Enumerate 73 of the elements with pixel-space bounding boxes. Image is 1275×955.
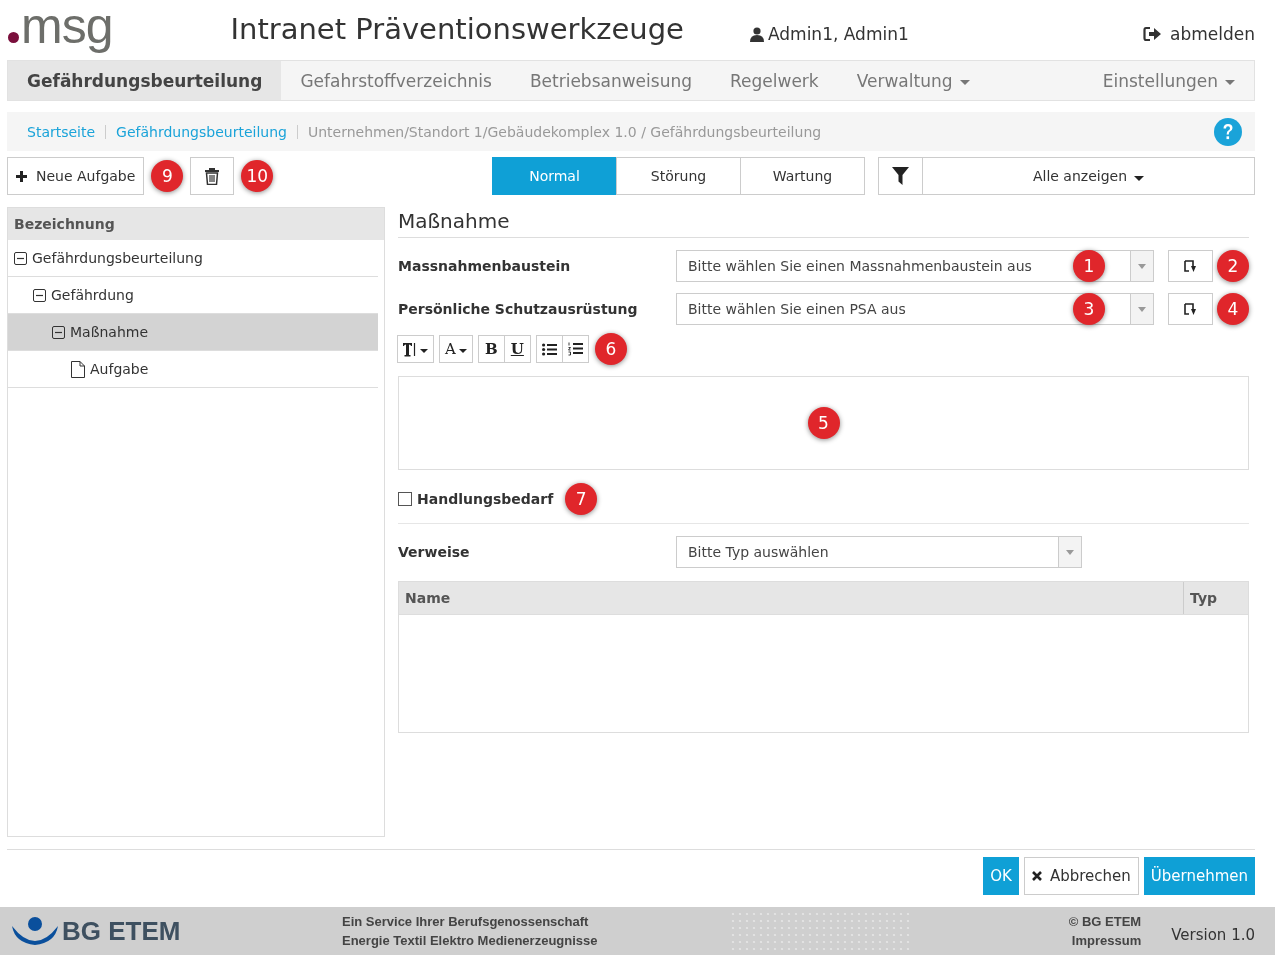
nav-tab[interactable]: Betriebsanweisung [510, 61, 711, 100]
select-field[interactable]: Bitte Typ auswählen [676, 536, 1082, 568]
msg-logo: msg [8, 6, 113, 52]
filter-icon [892, 167, 909, 185]
brand-name: BG ETEM [62, 915, 181, 947]
callout-number: 2 [1217, 250, 1249, 282]
callout-number: 9 [151, 160, 184, 192]
app-title: Intranet Präventionswerkzeuge [230, 12, 684, 46]
breadcrumb-path: Unternehmen/Standort 1/Gebäudekomplex 1.0 / Gefährdungsbeurteilung [307, 123, 822, 140]
mode-tab[interactable]: Wartung [740, 157, 865, 195]
tagline-text: Energie Textil Elektro Medienerzeugnisse [342, 932, 598, 950]
nav-tab[interactable]: Verwaltung [837, 61, 989, 100]
tree-item[interactable]: Aufgabe [8, 351, 378, 388]
field-label: Persönliche Schutzausrüstung [398, 301, 639, 317]
nav-tab[interactable]: Regelwerk [711, 61, 838, 100]
bg-etem-logo-icon [12, 916, 58, 946]
nav-tab[interactable]: Gefahrstoffverzeichnis [281, 61, 511, 100]
user-name: Admin1, Admin1 [767, 24, 909, 44]
copy-icon [1184, 259, 1197, 273]
impressum-link[interactable]: Impressum [1071, 931, 1142, 950]
version-text: Version 1.0 [1171, 926, 1255, 944]
close-icon [1031, 871, 1042, 881]
mode-tab[interactable]: Störung [616, 157, 741, 195]
document-icon [71, 360, 85, 378]
underline-button[interactable]: U [503, 335, 531, 363]
collapse-icon[interactable] [33, 288, 46, 302]
nav-tab[interactable]: Einstellungen [1083, 61, 1254, 100]
text-size-icon [403, 341, 417, 357]
cancel-button[interactable]: Abbrechen [1023, 857, 1139, 895]
color-button[interactable]: A [439, 335, 473, 363]
user-icon [749, 26, 764, 42]
column-header: Bezeichnung [8, 208, 384, 240]
copy-button[interactable] [1168, 250, 1213, 282]
callout-number: 1 [1073, 250, 1105, 282]
filter-button[interactable] [878, 157, 923, 195]
copy-icon [1184, 302, 1197, 316]
copyright-text: © BG ETEM [1068, 913, 1142, 931]
callout-number: 5 [807, 407, 840, 439]
filter-dropdown[interactable]: Alle anzeigen [923, 157, 1255, 195]
callout-number: 6 [594, 333, 627, 365]
plus-icon [16, 170, 27, 182]
size-button[interactable] [397, 335, 434, 363]
bullet-list-icon [541, 342, 557, 356]
select-field[interactable]: Bitte wählen Sie einen PSA aus 3 [676, 293, 1154, 325]
bold-button[interactable]: B [477, 335, 505, 363]
tree-item[interactable]: Maßnahme [8, 314, 378, 351]
text-editor[interactable]: 5 [398, 376, 1249, 470]
logout-icon [1143, 26, 1163, 42]
trash-icon [204, 167, 221, 185]
field-label: Massnahmenbaustein [398, 258, 572, 274]
callout-number: 7 [565, 483, 598, 515]
help-icon[interactable] [1214, 117, 1242, 146]
tagline-text: Ein Service Ihrer Berufsgenossenschaft [342, 913, 590, 931]
callout-number: 10 [241, 160, 274, 192]
collapse-icon[interactable] [52, 325, 65, 339]
checkbox[interactable]: Handlungsbedarf [398, 491, 554, 507]
numbers-button[interactable] [561, 335, 589, 363]
column-header: Typ [1183, 582, 1248, 614]
new-task-button[interactable]: Neue Aufgabe [7, 157, 145, 195]
select-field[interactable]: Bitte wählen Sie einen Massnahmenbaustein aus 1 [676, 250, 1154, 282]
callout-number: 3 [1073, 293, 1105, 325]
copy-button[interactable] [1168, 293, 1213, 325]
bullets-button[interactable] [535, 335, 563, 363]
nav-tab[interactable]: Gefährdungsbeurteilung [8, 61, 282, 100]
collapse-icon[interactable] [14, 251, 27, 265]
field-label: Verweise [398, 544, 471, 560]
logout-link[interactable]: abmelden [1143, 24, 1255, 44]
tree-item[interactable]: Gefährdungsbeurteilung [8, 240, 378, 277]
numbered-list-icon [567, 342, 583, 356]
callout-number: 4 [1217, 293, 1249, 325]
delete-button[interactable] [190, 157, 235, 195]
section-heading: Maßnahme [398, 207, 1249, 238]
column-header: Name [404, 589, 452, 608]
